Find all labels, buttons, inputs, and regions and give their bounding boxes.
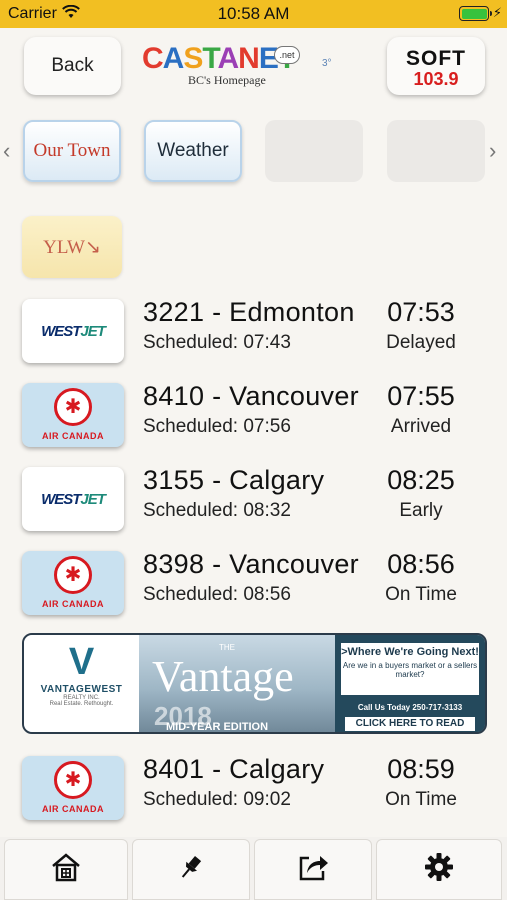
vantage-ad-banner[interactable]: V VANTAGEWEST REALTY INC. Real Estate. R…: [22, 633, 487, 734]
ad-read-button[interactable]: CLICK HERE TO READ: [345, 717, 475, 731]
flight-row[interactable]: ✱ AIR CANADA 8398 - Vancouver Scheduled:…: [0, 549, 507, 621]
actual-time: 08:59: [387, 754, 455, 784]
scroll-left-icon[interactable]: ‹: [3, 138, 10, 164]
actual-time: 08:25: [387, 465, 455, 495]
flight-row[interactable]: ✱ AIR CANADA 8410 - Vancouver Scheduled:…: [0, 381, 507, 453]
castanet-logo[interactable]: CASTANET .net BC's Homepage: [140, 40, 305, 92]
logo-text: CASTANET: [142, 42, 296, 75]
flight-status: On Time: [385, 584, 457, 605]
settings-tab[interactable]: [376, 839, 502, 900]
status-bar: Carrier 10:58 AM ⚡: [0, 0, 507, 28]
air-canada-logo: ✱ AIR CANADA: [22, 383, 124, 447]
actual-time: 08:56: [387, 549, 455, 579]
weather-mini-icon: 3°: [322, 58, 332, 69]
share-tab[interactable]: [254, 839, 372, 900]
share-icon: [297, 852, 329, 887]
radio-line1: SOFT: [406, 47, 466, 70]
scheduled-time: Scheduled: 08:56: [143, 584, 291, 605]
maple-leaf-icon: ✱: [54, 556, 92, 594]
flight-row[interactable]: ✱ AIR CANADA 8401 - Calgary Scheduled: 0…: [0, 754, 507, 826]
scheduled-time: Scheduled: 08:32: [143, 500, 291, 521]
actual-time: 07:55: [387, 381, 455, 411]
charging-icon: ⚡: [492, 5, 502, 20]
clock: 10:58 AM: [217, 4, 290, 23]
pin-icon: [177, 853, 205, 886]
airport-ylw-button[interactable]: YLW↘: [22, 216, 122, 278]
logo-net: .net: [274, 46, 300, 64]
flight-status: On Time: [385, 789, 457, 810]
flight-status: Delayed: [386, 332, 456, 353]
westjet-logo: WESTJET: [22, 467, 124, 531]
ad-edition: MID-YEAR EDITION: [166, 721, 269, 733]
tab-empty-slot[interactable]: [265, 120, 363, 182]
flight-row[interactable]: WESTJET 3221 - Edmonton Scheduled: 07:43…: [0, 297, 507, 369]
pin-tab[interactable]: [132, 839, 250, 900]
logo-subtitle: BC's Homepage: [188, 73, 266, 87]
flight-row[interactable]: WESTJET 3155 - Calgary Scheduled: 08:32 …: [0, 465, 507, 537]
vantagewest-logo: V VANTAGEWEST REALTY INC. Real Estate. R…: [24, 635, 139, 732]
bottom-tab-bar: [0, 837, 507, 900]
ad-cta-panel: >Where We're Going Next! Are we in a buye…: [335, 635, 485, 732]
flight-status: Arrived: [390, 416, 452, 437]
maple-leaf-icon: ✱: [54, 388, 92, 426]
scheduled-time: Scheduled: 07:56: [143, 416, 291, 437]
flight-status: Early: [399, 500, 443, 521]
battery-icon: [459, 6, 492, 21]
scheduled-time: Scheduled: 07:43: [143, 332, 291, 353]
back-button[interactable]: Back: [24, 37, 121, 95]
radio-station-button[interactable]: SOFT 103.9: [387, 37, 485, 95]
air-canada-logo: ✱ AIR CANADA: [22, 756, 124, 820]
ad-title: Vantage: [152, 652, 294, 701]
gear-icon: [424, 852, 454, 887]
home-icon: [50, 851, 82, 888]
tab-empty-slot[interactable]: [387, 120, 485, 182]
scroll-right-icon[interactable]: ›: [489, 138, 496, 164]
tab-our-town[interactable]: Our Town: [23, 120, 121, 182]
air-canada-logo: ✱ AIR CANADA: [22, 551, 124, 615]
home-tab[interactable]: [4, 839, 128, 900]
actual-time: 07:53: [387, 297, 455, 327]
flight-number-destination: 8401 - Calgary: [143, 754, 325, 784]
tab-weather[interactable]: Weather: [144, 120, 242, 182]
radio-line2: 103.9: [413, 69, 459, 89]
flight-number-destination: 3155 - Calgary: [143, 465, 325, 495]
flight-number-destination: 8410 - Vancouver: [143, 381, 359, 411]
scheduled-time: Scheduled: 09:02: [143, 789, 291, 810]
flight-number-destination: 8398 - Vancouver: [143, 549, 359, 579]
maple-leaf-icon: ✱: [54, 761, 92, 799]
flight-number-destination: 3221 - Edmonton: [143, 297, 355, 327]
westjet-logo: WESTJET: [22, 299, 124, 363]
